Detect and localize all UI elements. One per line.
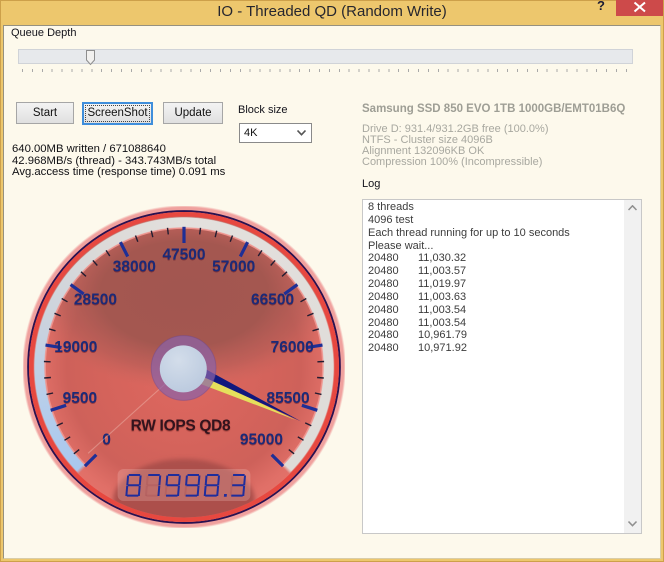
svg-text:9500: 9500 xyxy=(63,390,97,407)
svg-text:19000: 19000 xyxy=(54,339,97,356)
svg-text:28500: 28500 xyxy=(74,292,117,309)
svg-text:66500: 66500 xyxy=(251,292,294,309)
svg-text:76000: 76000 xyxy=(271,339,314,356)
svg-text:85500: 85500 xyxy=(267,390,310,407)
svg-text:95000: 95000 xyxy=(240,432,283,449)
svg-text:57000: 57000 xyxy=(212,259,255,276)
svg-text:RW IOPS QD8: RW IOPS QD8 xyxy=(131,418,231,435)
svg-text:47500: 47500 xyxy=(162,247,205,264)
svg-text:38000: 38000 xyxy=(113,259,156,276)
